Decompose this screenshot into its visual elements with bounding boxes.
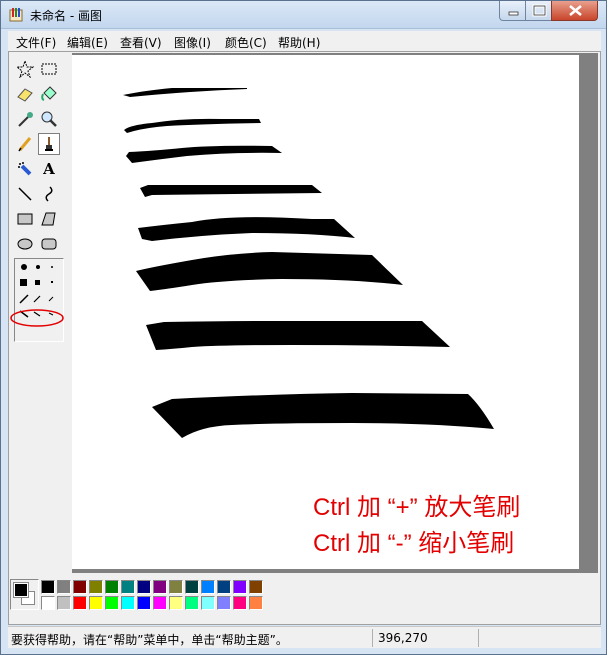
- brush-tool[interactable]: [38, 133, 60, 155]
- pencil-tool[interactable]: [14, 133, 36, 155]
- menu-bar: 文件(F) 编辑(E) 查看(V) 图像(I) 颜色(C) 帮助(H): [8, 31, 601, 51]
- color-swatch[interactable]: [89, 580, 103, 594]
- fill-tool[interactable]: [38, 83, 60, 105]
- annotation-line-1: Ctrl 加 “+” 放大笔刷: [313, 494, 521, 521]
- close-button[interactable]: [551, 1, 598, 21]
- text-tool[interactable]: A: [38, 158, 60, 180]
- status-separator: [478, 629, 479, 647]
- color-swatch[interactable]: [137, 596, 151, 610]
- star-select-icon: [16, 60, 34, 78]
- maximize-icon: [532, 4, 547, 17]
- menu-image[interactable]: 图像(I): [174, 34, 211, 51]
- color-swatch[interactable]: [57, 596, 71, 610]
- text-a-icon: A: [43, 160, 55, 178]
- curve-tool[interactable]: [38, 183, 60, 205]
- line-icon: [18, 187, 32, 201]
- color-swatch[interactable]: [57, 580, 71, 594]
- brush-shape-grid: [19, 264, 54, 318]
- canvas-area: Ctrl 加 “+” 放大笔刷 Ctrl 加 “-” 缩小笔刷 ▲ ▼: [72, 53, 598, 573]
- eraser-tool[interactable]: [14, 83, 36, 105]
- paint-window: 未命名 - 画图 文件(F) 编辑(E) 查看(V) 图像(I) 颜色(C) 帮…: [0, 0, 607, 655]
- color-swatch[interactable]: [201, 596, 215, 610]
- pencil-icon: [18, 137, 32, 152]
- color-swatch[interactable]: [185, 596, 199, 610]
- maximize-button[interactable]: [525, 1, 552, 21]
- color-swatch[interactable]: [233, 580, 247, 594]
- status-coordinates: 396,270: [378, 631, 428, 645]
- color-swatch[interactable]: [41, 580, 55, 594]
- polygon-tool[interactable]: [38, 208, 60, 230]
- color-swatch[interactable]: [73, 580, 87, 594]
- airbrush-tool[interactable]: [14, 158, 36, 180]
- foreground-color: [13, 582, 29, 598]
- rounded-rect-icon: [41, 238, 57, 250]
- color-swatch[interactable]: [217, 596, 231, 610]
- curve-icon: [45, 186, 53, 202]
- color-swatch[interactable]: [217, 580, 231, 594]
- color-swatch[interactable]: [153, 580, 167, 594]
- close-icon: [569, 4, 582, 17]
- eyedropper-icon: [18, 112, 33, 127]
- rectangle-tool[interactable]: [14, 208, 36, 230]
- color-swatch[interactable]: [233, 596, 247, 610]
- magnifier-tool[interactable]: [38, 108, 60, 130]
- annotation-line-2: Ctrl 加 “-” 缩小笔刷: [313, 530, 515, 557]
- red-circle-highlight: [10, 309, 64, 327]
- color-swatch[interactable]: [201, 580, 215, 594]
- color-palette: [9, 576, 602, 624]
- color-swatch[interactable]: [137, 580, 151, 594]
- dashed-rect-icon: [41, 63, 57, 75]
- eraser-icon: [17, 88, 33, 102]
- polygon-icon: [41, 212, 56, 226]
- rectangle-icon: [17, 213, 33, 225]
- menu-edit[interactable]: 编辑(E): [67, 34, 108, 51]
- color-swatch[interactable]: [73, 596, 87, 610]
- current-colors[interactable]: [10, 579, 39, 610]
- menu-help[interactable]: 帮助(H): [278, 34, 320, 51]
- color-swatch[interactable]: [89, 596, 103, 610]
- magnifier-icon: [41, 111, 57, 127]
- status-separator: [372, 629, 373, 647]
- window-title: 未命名 - 画图: [30, 9, 102, 23]
- color-swatch[interactable]: [185, 580, 199, 594]
- menu-view[interactable]: 查看(V): [120, 34, 162, 51]
- rounded-rect-tool[interactable]: [38, 233, 60, 255]
- brush-icon: [45, 137, 53, 151]
- brush-shape-options[interactable]: [14, 258, 64, 342]
- client-area: A Ctrl 加 “+” 放大笔刷 Ctrl 加 “-” 缩小笔刷: [8, 51, 601, 625]
- minimize-button[interactable]: [499, 1, 526, 21]
- rect-select-tool[interactable]: [38, 58, 60, 80]
- ellipse-tool[interactable]: [14, 233, 36, 255]
- color-swatch[interactable]: [105, 596, 119, 610]
- free-select-tool[interactable]: [14, 58, 36, 80]
- title-bar[interactable]: 未命名 - 画图: [1, 1, 606, 29]
- status-help-text: 要获得帮助，请在“帮助”菜单中，单击“帮助主题”。: [11, 633, 288, 647]
- minimize-icon: [508, 11, 519, 16]
- color-swatch[interactable]: [121, 596, 135, 610]
- ellipse-icon: [17, 238, 33, 250]
- paint-app-icon: [9, 8, 23, 22]
- color-swatch[interactable]: [153, 596, 167, 610]
- line-tool[interactable]: [14, 183, 36, 205]
- menu-file[interactable]: 文件(F): [16, 34, 56, 51]
- drawing-canvas[interactable]: Ctrl 加 “+” 放大笔刷 Ctrl 加 “-” 缩小笔刷: [72, 55, 579, 569]
- airbrush-icon: [18, 162, 32, 176]
- color-swatch[interactable]: [105, 580, 119, 594]
- color-swatch[interactable]: [121, 580, 135, 594]
- status-bar: 要获得帮助，请在“帮助”菜单中，单击“帮助主题”。 396,270: [8, 626, 601, 648]
- menu-colors[interactable]: 颜色(C): [225, 34, 267, 51]
- pick-color-tool[interactable]: [14, 108, 36, 130]
- color-swatch[interactable]: [249, 596, 263, 610]
- color-swatch[interactable]: [169, 580, 183, 594]
- paint-bucket-icon: [41, 86, 57, 101]
- color-swatch[interactable]: [169, 596, 183, 610]
- color-swatch[interactable]: [41, 596, 55, 610]
- color-swatch[interactable]: [249, 580, 263, 594]
- toolbox: A: [9, 52, 72, 572]
